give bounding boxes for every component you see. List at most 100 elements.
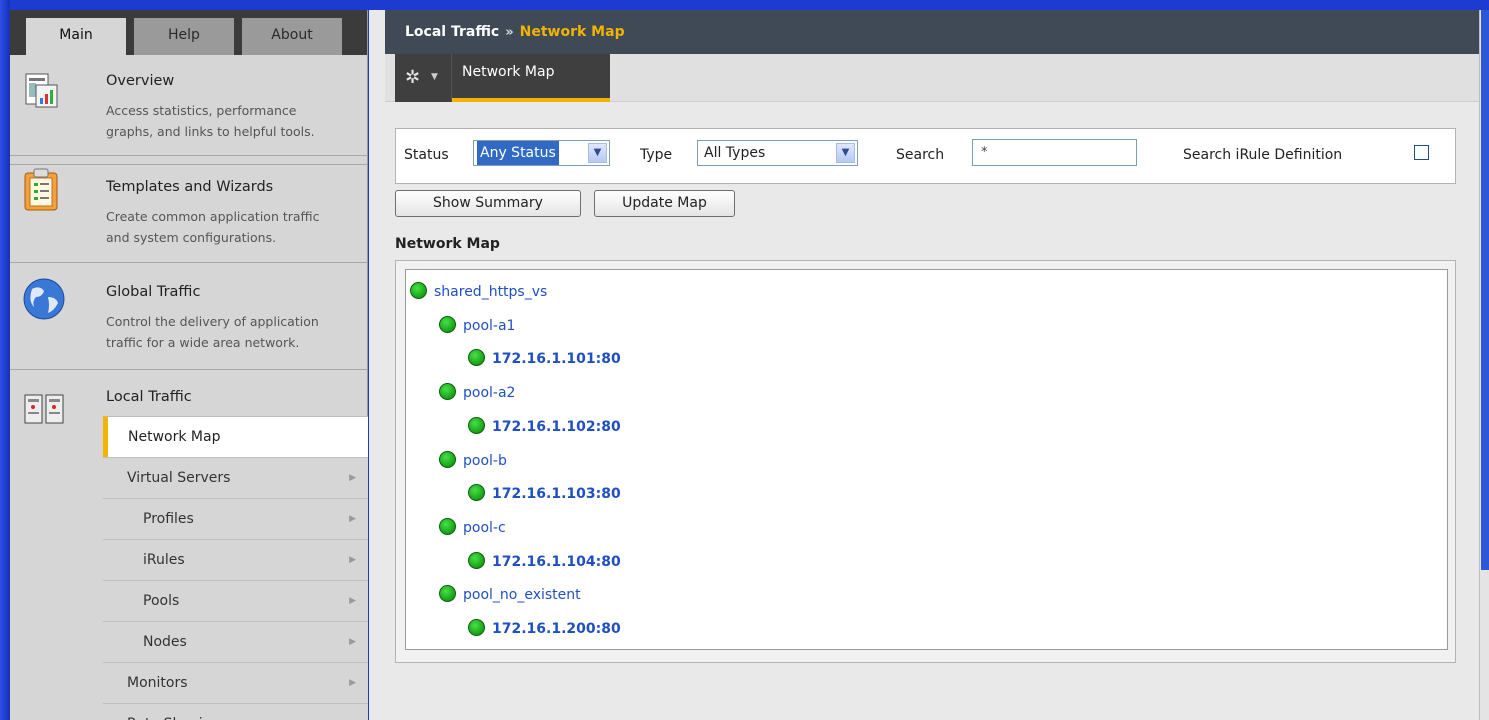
nav-section-templates[interactable]: Templates and Wizards Create common appl… — [10, 156, 368, 262]
show-summary-button[interactable]: Show Summary — [395, 190, 581, 217]
sidebar-item-irules[interactable]: iRules ▶ — [103, 539, 368, 580]
tree-node-label: 172.16.1.101:80 — [492, 351, 621, 367]
status-green-icon — [468, 417, 485, 434]
search-input[interactable] — [972, 139, 1137, 166]
pool-node[interactable]: pool-a2 — [439, 382, 515, 404]
status-label: Status — [404, 147, 449, 163]
sidebar-item-virtual-servers[interactable]: Virtual Servers ▶ — [103, 457, 368, 498]
tree-node-label: pool-a2 — [463, 385, 516, 401]
tree-node-label: shared_https_vs — [434, 284, 548, 300]
update-map-button[interactable]: Update Map — [594, 190, 735, 217]
irule-search-label: Search iRule Definition — [1183, 147, 1343, 163]
network-map-tree: shared_https_vs pool-a1 172.16.1.101:80 poo… — [405, 269, 1448, 650]
status-green-icon — [468, 484, 485, 501]
status-green-icon — [468, 349, 485, 366]
network-map-heading: Network Map — [395, 236, 500, 252]
local-title: Local Traffic — [106, 389, 192, 405]
tab-about[interactable]: About — [242, 18, 342, 55]
pool-node[interactable]: pool-a1 — [439, 315, 515, 337]
sidebar-item-label: Profiles — [143, 511, 194, 527]
sidebar-item-label: Monitors — [127, 675, 188, 691]
templates-desc-line1: Create common application traffic — [106, 209, 320, 224]
global-title: Global Traffic — [106, 284, 201, 300]
chevron-right-icon: ▶ — [349, 596, 356, 606]
type-select[interactable]: All Types ▼ — [697, 140, 858, 166]
pool-node[interactable]: pool-b — [439, 450, 507, 472]
sidebar-item-label: Nodes — [143, 634, 187, 650]
tree-node-label: 172.16.1.104:80 — [492, 554, 621, 570]
sidebar-item-profiles[interactable]: Profiles ▶ — [103, 498, 368, 539]
chevron-right-icon: ▶ — [349, 678, 356, 688]
window-frame-left — [0, 0, 10, 720]
sidebar-item-network-map[interactable]: Network Map — [103, 416, 368, 457]
nav-section-local-traffic[interactable]: Local Traffic — [10, 370, 368, 424]
nav-section-overview[interactable] — [10, 55, 367, 165]
breadcrumb: Local Traffic » Network Map — [385, 10, 1479, 54]
overview-report-icon — [22, 72, 60, 110]
global-desc-line1: Control the delivery of application — [106, 314, 319, 329]
tree-node-label: pool-b — [463, 453, 507, 469]
tab-main[interactable]: Main — [26, 18, 126, 55]
sidebar-item-rate-shaping[interactable]: Rate Shaping ▶ — [103, 703, 368, 720]
tree-node-label: pool-c — [463, 520, 506, 536]
sidebar-item-label: Pools — [143, 593, 180, 609]
status-green-icon — [468, 619, 485, 636]
chevron-right-icon: ▶ — [349, 473, 356, 483]
pool-member-node[interactable]: 172.16.1.102:80 — [468, 416, 621, 438]
main-content: Local Traffic » Network Map ✲ ▼ Network Ma… — [369, 10, 1479, 720]
tree-node-label: 172.16.1.103:80 — [492, 486, 621, 502]
sidebar-item-nodes[interactable]: Nodes ▶ — [103, 621, 368, 662]
sidebar-item-label: Virtual Servers — [127, 470, 231, 486]
pool-member-node[interactable]: 172.16.1.103:80 — [468, 483, 621, 505]
status-green-icon — [410, 282, 427, 299]
scrollbar-thumb[interactable] — [1481, 10, 1489, 570]
tree-node-label: 172.16.1.200:80 — [492, 621, 621, 637]
global-desc-line2: traffic for a wide area network. — [106, 335, 300, 350]
sidebar-item-monitors[interactable]: Monitors ▶ — [103, 662, 368, 703]
chevron-right-icon: ▶ — [349, 514, 356, 524]
irule-search-checkbox[interactable] — [1414, 145, 1429, 160]
sidebar-item-label: Rate Shaping — [127, 704, 220, 720]
type-select-value: All Types — [704, 145, 766, 161]
sidebar-item-pools[interactable]: Pools ▶ — [103, 580, 368, 621]
globe-icon — [22, 277, 66, 325]
pool-member-node[interactable]: 172.16.1.104:80 — [468, 551, 621, 573]
breadcrumb-separator: » — [505, 25, 514, 40]
tab-network-map[interactable]: Network Map — [452, 54, 610, 102]
breadcrumb-parent[interactable]: Local Traffic — [405, 24, 499, 40]
tree-node-label: pool-a1 — [463, 318, 516, 334]
sidebar-item-label: Network Map — [128, 429, 221, 445]
chevron-right-icon: ▶ — [349, 555, 356, 565]
status-green-icon — [439, 383, 456, 400]
tree-node-label: pool_no_existent — [463, 587, 581, 603]
breadcrumb-current: Network Map — [519, 24, 625, 40]
sidebar-tabs: Main Help About — [10, 10, 367, 55]
sub-navigation: ✲ ▼ Network Map — [385, 54, 1479, 102]
servers-icon — [24, 389, 64, 431]
templates-title: Templates and Wizards — [106, 179, 274, 195]
pool-node[interactable]: pool_no_existent — [439, 584, 581, 606]
pool-member-node[interactable]: 172.16.1.101:80 — [468, 348, 621, 370]
nav-section-global-traffic[interactable]: Global Traffic Control the delivery of a… — [10, 263, 368, 369]
sidebar-item-label: iRules — [143, 552, 185, 568]
search-label: Search — [896, 147, 945, 163]
network-map-panel: shared_https_vs pool-a1 172.16.1.101:80 poo… — [395, 260, 1456, 663]
templates-desc-line2: and system configurations. — [106, 230, 277, 245]
chevron-down-icon: ▼ — [836, 143, 855, 163]
gear-icon: ✲ — [405, 67, 421, 88]
pool-node[interactable]: pool-c — [439, 517, 506, 539]
status-green-icon — [439, 518, 456, 535]
virtual-server-node[interactable]: shared_https_vs — [410, 281, 547, 303]
chevron-right-icon: ▶ — [349, 704, 356, 720]
status-select-value: Any Status — [477, 141, 559, 165]
chevron-down-icon: ▼ — [588, 143, 607, 163]
tab-help[interactable]: Help — [134, 18, 234, 55]
chevron-right-icon: ▶ — [349, 637, 356, 647]
pool-member-node[interactable]: 172.16.1.200:80 — [468, 618, 621, 640]
gear-menu-button[interactable]: ✲ ▼ — [395, 54, 452, 102]
chevron-down-icon: ▼ — [431, 72, 438, 82]
filter-bar: Status Any Status ▼ Type All Types ▼ Sea… — [395, 128, 1456, 184]
status-green-icon — [439, 451, 456, 468]
status-select[interactable]: Any Status ▼ — [473, 140, 610, 166]
clipboard-icon — [22, 168, 60, 216]
